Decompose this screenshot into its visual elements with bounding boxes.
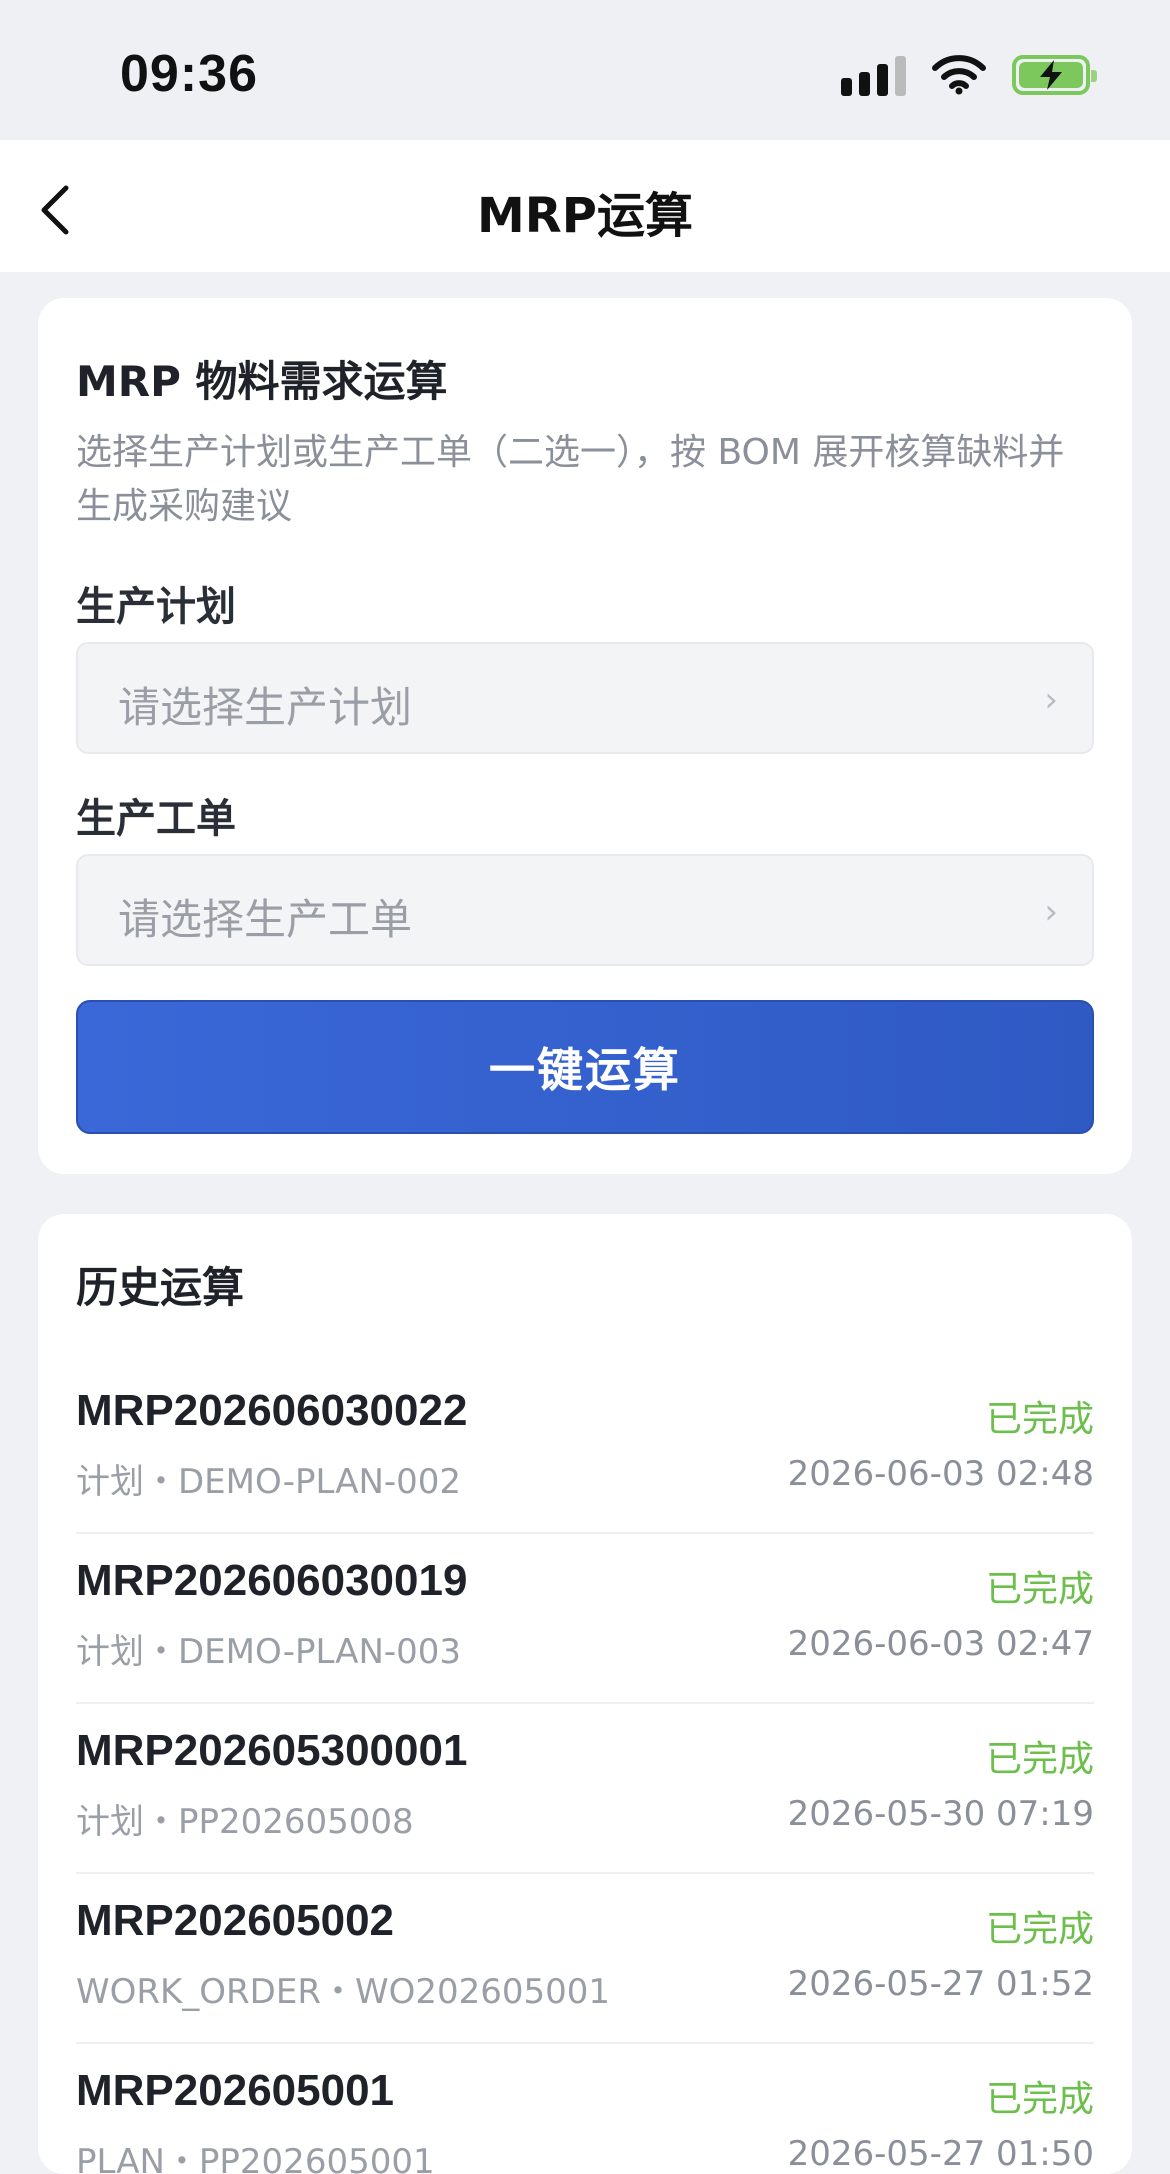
history-item-source: 计划・DEMO-PLAN-002 xyxy=(76,1462,462,1502)
status-badge: 已完成 xyxy=(985,1569,1094,1610)
history-item[interactable]: MRP202605300001 已完成 计划・PP202605008 2026-… xyxy=(76,1704,1094,1874)
history-title: 历史运算 xyxy=(76,1263,245,1312)
status-icons xyxy=(841,54,1097,96)
history-item-time: 2026-06-03 02:48 xyxy=(787,1454,1094,1494)
history-item-code: MRP202605001 xyxy=(76,2066,395,2115)
history-item[interactable]: MRP202605001 已完成 PLAN・PP202605001 2026-0… xyxy=(76,2044,1094,2174)
status-badge: 已完成 xyxy=(985,2079,1094,2120)
history-item-code: MRP202605002 xyxy=(76,1896,395,1945)
history-item-code: MRP202606030019 xyxy=(76,1556,468,1605)
status-time: 09:36 xyxy=(120,45,258,103)
status-badge: 已完成 xyxy=(985,1909,1094,1950)
history-item[interactable]: MRP202606030022 已完成 计划・DEMO-PLAN-002 202… xyxy=(76,1364,1094,1534)
mrp-card-title: MRP 物料需求运算 xyxy=(76,357,448,406)
history-item-time: 2026-05-27 01:50 xyxy=(787,2134,1094,2174)
chevron-right-icon: › xyxy=(1044,892,1058,932)
history-item-code: MRP202605300001 xyxy=(76,1726,468,1775)
history-item-time: 2026-06-03 02:47 xyxy=(787,1624,1094,1664)
run-mrp-button[interactable]: 一键运算 xyxy=(76,1000,1094,1134)
history-item-time: 2026-05-27 01:52 xyxy=(787,1964,1094,2004)
production-order-select[interactable]: 请选择生产工单 › xyxy=(76,854,1094,966)
history-item-source: PLAN・PP202605001 xyxy=(76,2142,435,2174)
production-order-label: 生产工单 xyxy=(76,796,236,842)
status-bar: 09:36 xyxy=(0,0,1170,140)
production-plan-select[interactable]: 请选择生产计划 › xyxy=(76,642,1094,754)
status-badge: 已完成 xyxy=(985,1399,1094,1440)
production-plan-label: 生产计划 xyxy=(76,584,236,630)
history-item[interactable]: MRP202605002 已完成 WORK_ORDER・WO202605001 … xyxy=(76,1874,1094,2044)
production-plan-placeholder: 请选择生产计划 xyxy=(118,683,413,732)
nav-bar: MRP运算 xyxy=(0,140,1170,272)
status-badge: 已完成 xyxy=(985,1739,1094,1780)
battery-icon xyxy=(1012,55,1097,95)
history-item-source: 计划・DEMO-PLAN-003 xyxy=(76,1632,462,1672)
history-card: 历史运算 MRP202606030022 已完成 计划・DEMO-PLAN-00… xyxy=(38,1214,1132,2174)
production-order-placeholder: 请选择生产工单 xyxy=(118,895,413,944)
page-title: MRP运算 xyxy=(477,188,693,244)
wifi-icon xyxy=(932,55,986,95)
mrp-calculation-card: MRP 物料需求运算 选择生产计划或生产工单（二选一），按 BOM 展开核算缺料… xyxy=(38,298,1132,1174)
run-mrp-button-label: 一键运算 xyxy=(489,1043,681,1097)
history-item-time: 2026-05-30 07:19 xyxy=(787,1794,1094,1834)
cellular-signal-icon xyxy=(841,54,906,96)
mrp-card-description: 选择生产计划或生产工单（二选一），按 BOM 展开核算缺料并生成采购建议 xyxy=(76,432,1065,527)
history-item[interactable]: MRP202606030019 已完成 计划・DEMO-PLAN-003 202… xyxy=(76,1534,1094,1704)
chevron-right-icon: › xyxy=(1044,680,1058,720)
history-item-code: MRP202606030022 xyxy=(76,1386,468,1435)
history-item-source: WORK_ORDER・WO202605001 xyxy=(76,1972,611,2012)
history-item-source: 计划・PP202605008 xyxy=(76,1802,414,1842)
